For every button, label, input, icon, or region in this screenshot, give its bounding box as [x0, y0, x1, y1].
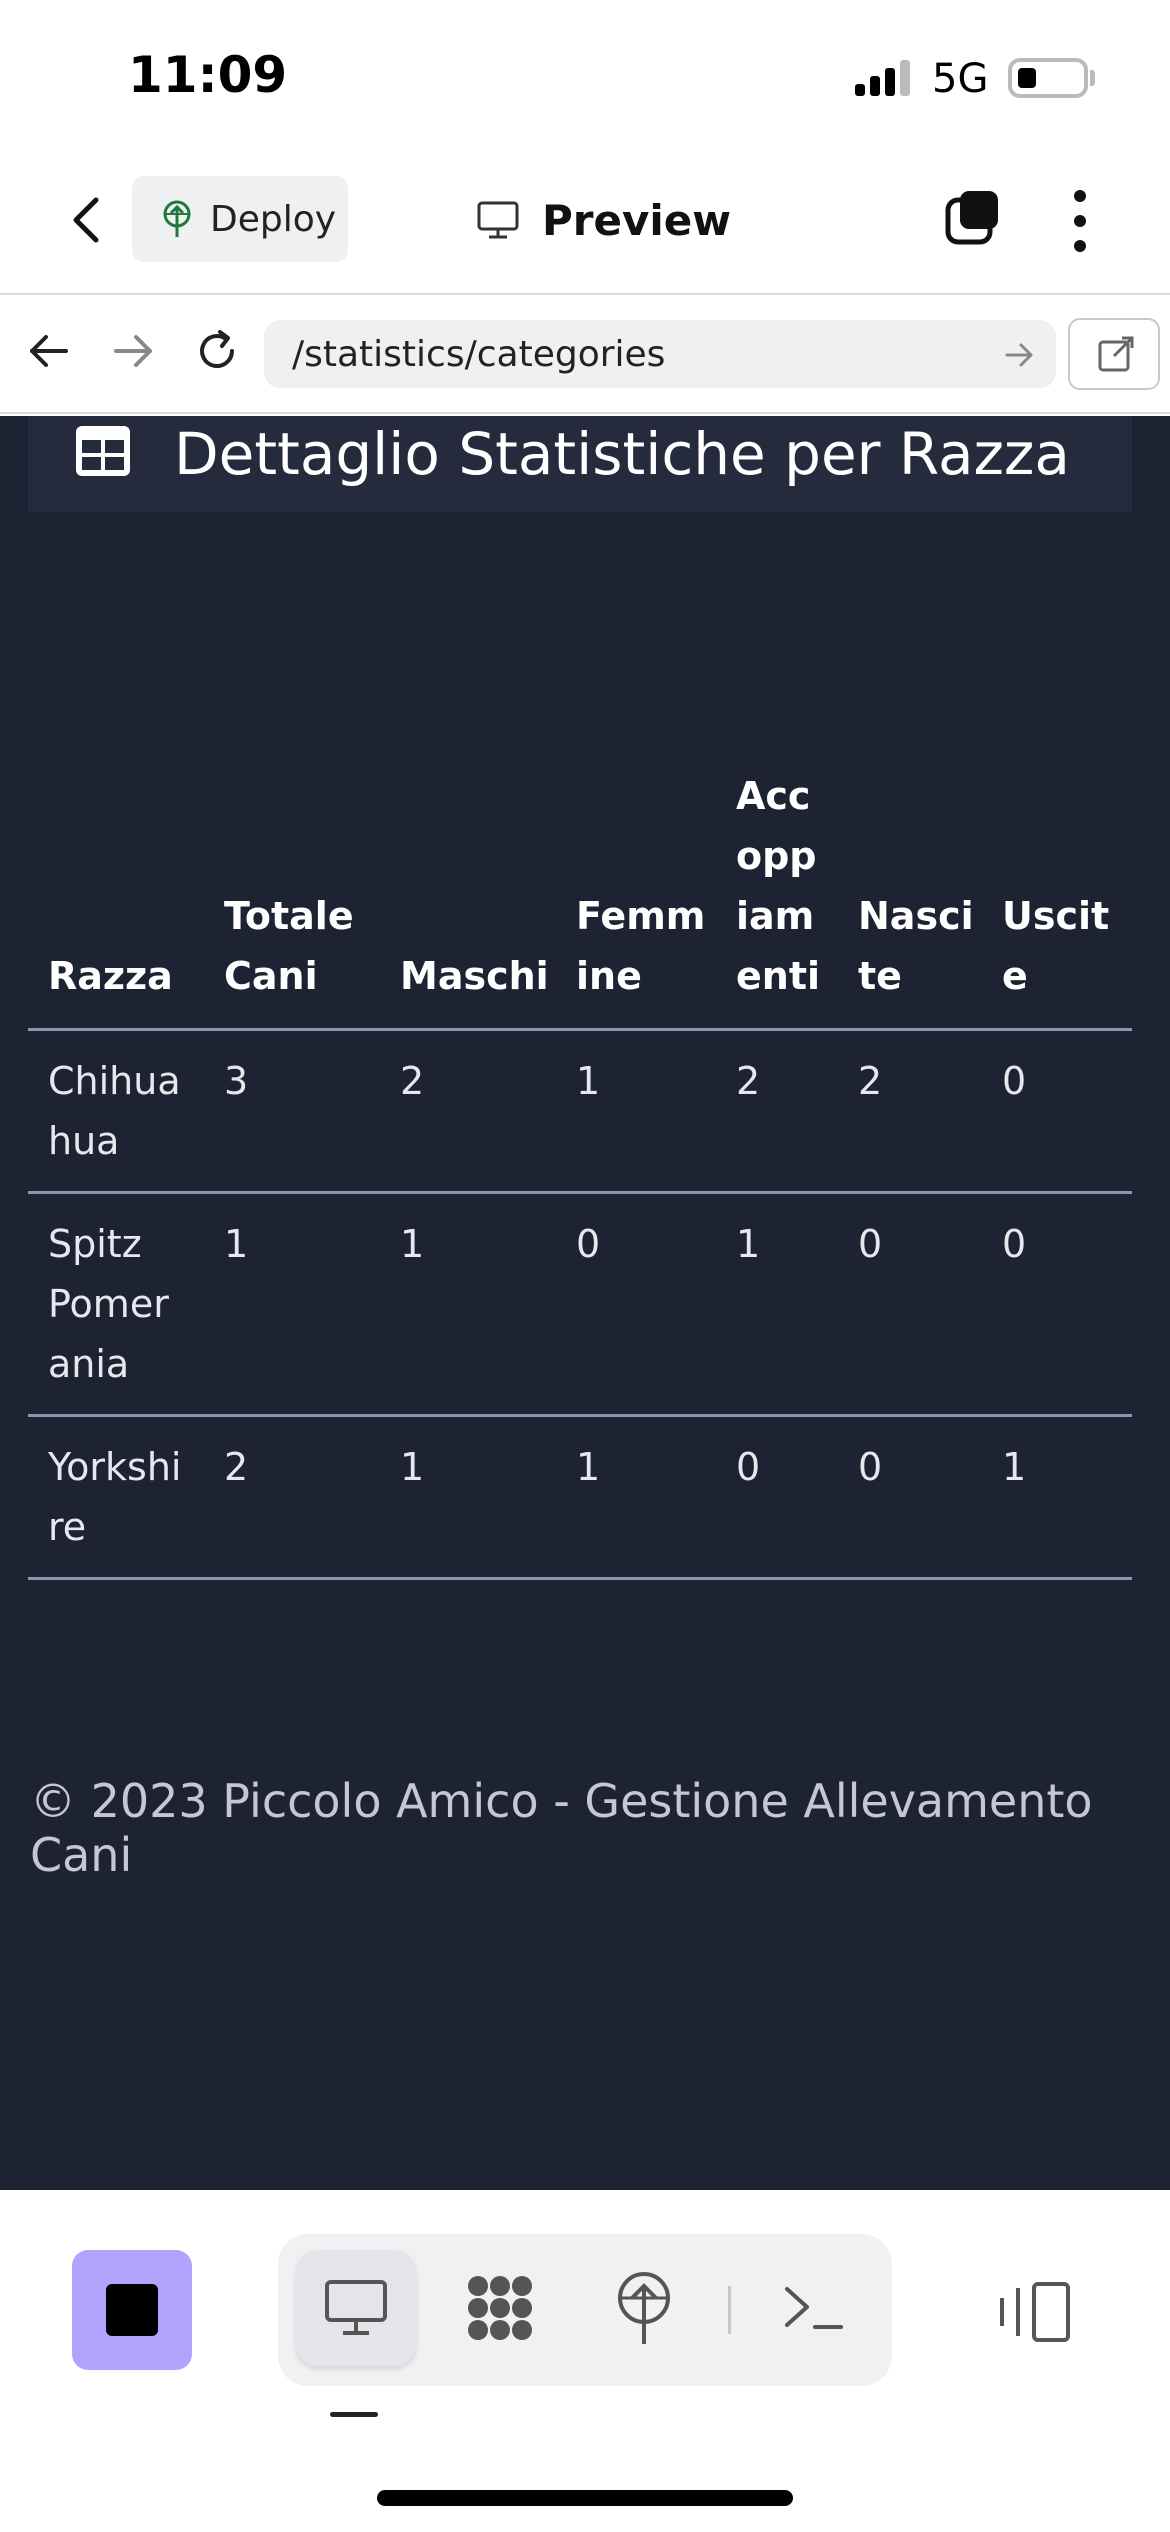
- bottom-toolbar: [0, 2190, 1170, 2532]
- monitor-icon: [477, 201, 519, 239]
- table-header-row: Razza Totale Cani Maschi Femm ine Acc opp ia…: [28, 766, 1132, 1030]
- open-external-button[interactable]: [1068, 318, 1160, 390]
- cell-femmine: 0: [576, 1222, 601, 1266]
- header-accoppiamenti: Acc opp iam enti: [736, 774, 821, 998]
- deploy-icon: [163, 200, 191, 237]
- monitor-icon: [325, 2280, 387, 2335]
- page-content: Dettaglio Statistiche per Razza Razza To…: [0, 416, 1170, 2190]
- status-bar: 11:09 5G: [0, 0, 1170, 150]
- app-toolbar: Deploy Preview: [0, 150, 1170, 295]
- header-uscite: Uscit e: [1002, 894, 1110, 998]
- cell-accoppiamenti: 2: [736, 1059, 761, 1103]
- cell-razza: Spitz Pomer ania: [48, 1222, 169, 1386]
- cell-nascite: 0: [858, 1222, 883, 1266]
- back-icon[interactable]: [66, 195, 106, 245]
- cell-totale: 3: [224, 1059, 249, 1103]
- stop-button[interactable]: [72, 2250, 192, 2370]
- breed-stats-table: Razza Totale Cani Maschi Femm ine Acc opp ia…: [28, 766, 1132, 1580]
- status-time: 11:09: [128, 46, 288, 104]
- toolbar-divider: [728, 2286, 731, 2334]
- tabs-icon[interactable]: [944, 188, 1002, 246]
- cell-maschi: 1: [400, 1445, 425, 1489]
- deploy-button[interactable]: Deploy: [132, 176, 348, 262]
- browser-forward-icon[interactable]: [108, 326, 158, 376]
- panels-icon[interactable]: [996, 2280, 1076, 2344]
- cell-maschi: 2: [400, 1059, 425, 1103]
- deploy-label: Deploy: [210, 198, 337, 240]
- active-tab-indicator: [330, 2412, 378, 2417]
- signal-icon: [855, 60, 915, 96]
- battery-tip: [1090, 70, 1095, 86]
- cell-uscite: 1: [1002, 1445, 1027, 1489]
- external-link-icon: [1098, 336, 1134, 372]
- cell-accoppiamenti: 1: [736, 1222, 761, 1266]
- deploy-icon: [618, 2272, 670, 2344]
- header-totale-cani: Totale Cani: [224, 894, 354, 998]
- cell-uscite: 0: [1002, 1222, 1027, 1266]
- table-row: Chihua hua 3 2 1 2 2 0: [28, 1030, 1132, 1193]
- cell-maschi: 1: [400, 1222, 425, 1266]
- browser-back-icon[interactable]: [24, 326, 74, 376]
- card-header: Dettaglio Statistiche per Razza: [28, 416, 1132, 512]
- header-femmine: Femm ine: [576, 894, 706, 998]
- cell-nascite: 2: [858, 1059, 883, 1103]
- preview-view-button[interactable]: [296, 2250, 416, 2366]
- preview-label: Preview: [542, 195, 732, 245]
- table-icon: [76, 426, 130, 476]
- url-row: /statistics/categories: [0, 296, 1170, 414]
- cell-femmine: 1: [576, 1445, 601, 1489]
- table-row: Spitz Pomer ania 1 1 0 1 0 0: [28, 1193, 1132, 1416]
- cell-nascite: 0: [858, 1445, 883, 1489]
- workspace-view-button[interactable]: [440, 2250, 560, 2366]
- cell-razza: Yorkshi re: [48, 1445, 182, 1549]
- view-switcher: [278, 2234, 892, 2386]
- header-maschi: Maschi: [400, 954, 549, 998]
- go-arrow-icon[interactable]: [1002, 338, 1036, 372]
- cell-razza: Chihua hua: [48, 1059, 181, 1163]
- table-row: Yorkshi re 2 1 1 0 0 1: [28, 1416, 1132, 1579]
- preview-tab[interactable]: Preview: [476, 190, 731, 250]
- network-label: 5G: [932, 56, 989, 102]
- deploy-view-button[interactable]: [584, 2250, 704, 2366]
- shell-view-button[interactable]: [754, 2250, 874, 2366]
- home-indicator: [377, 2490, 793, 2506]
- more-options-icon[interactable]: [1066, 190, 1094, 256]
- cell-femmine: 1: [576, 1059, 601, 1103]
- workspace-icon: [468, 2276, 532, 2340]
- header-razza: Razza: [48, 954, 173, 998]
- footer-copyright: © 2023 Piccolo Amico - Gestione Allevame…: [30, 1774, 1093, 1882]
- terminal-icon: [785, 2287, 843, 2329]
- header-nascite: Nasci te: [858, 894, 974, 998]
- cell-uscite: 0: [1002, 1059, 1027, 1103]
- url-text: /statistics/categories: [292, 333, 666, 375]
- url-input[interactable]: /statistics/categories: [264, 320, 1056, 388]
- card-title: Dettaglio Statistiche per Razza: [174, 420, 1070, 488]
- reload-icon[interactable]: [192, 326, 242, 376]
- battery-icon: [1008, 58, 1088, 98]
- cell-accoppiamenti: 0: [736, 1445, 761, 1489]
- cell-totale: 2: [224, 1445, 249, 1489]
- stop-icon: [106, 2284, 158, 2336]
- cell-totale: 1: [224, 1222, 249, 1266]
